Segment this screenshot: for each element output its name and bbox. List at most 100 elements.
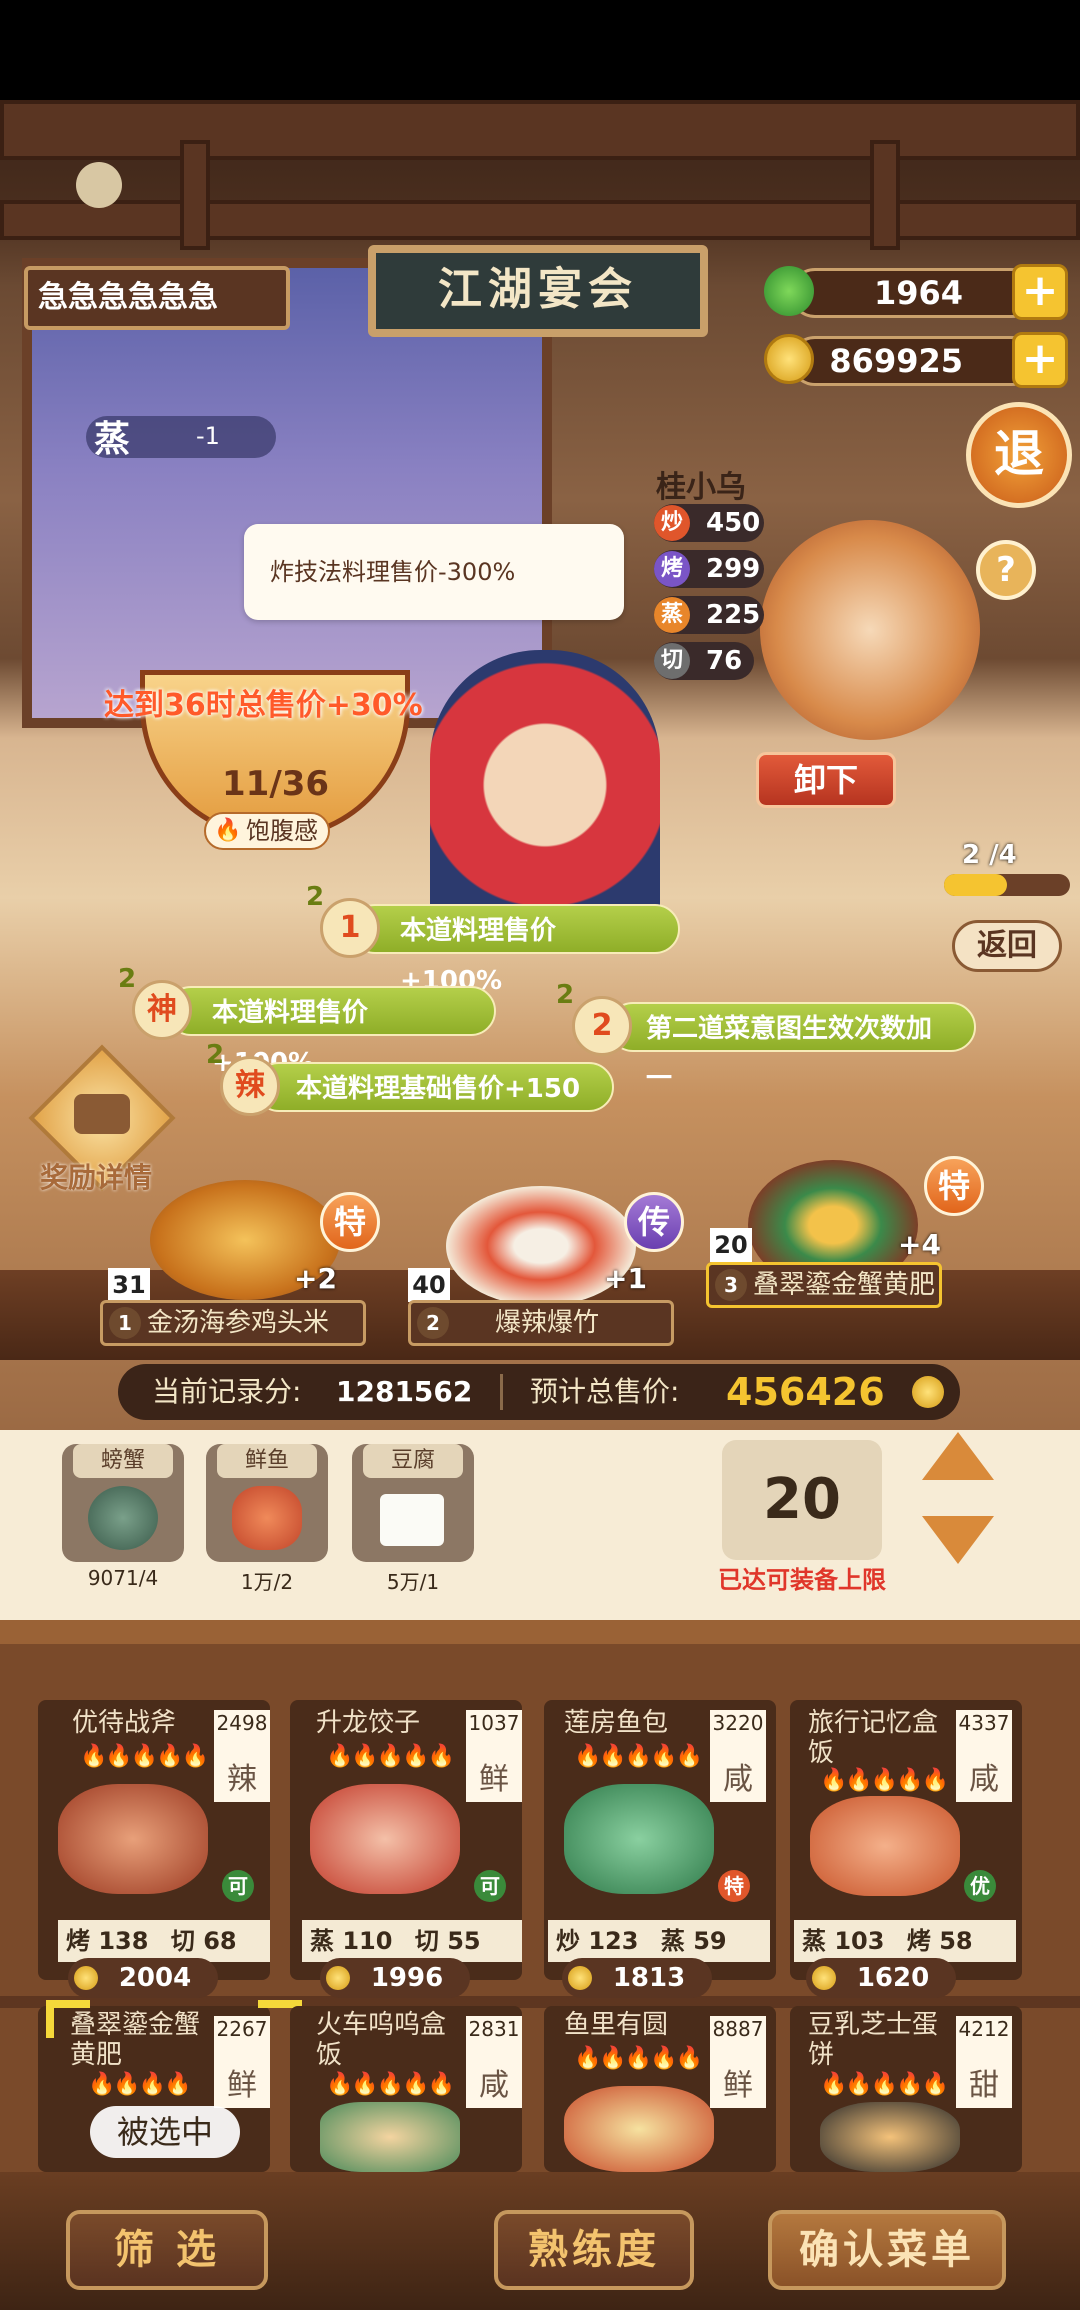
recipe-card-1-price-value: 2004 (118, 1963, 192, 1993)
recipe-card-1-stars: 🔥🔥🔥🔥🔥 (80, 1744, 209, 1769)
coin-icon (74, 1966, 98, 1990)
filter-button[interactable]: 筛 选 (66, 2210, 268, 2290)
recipe-card-1-stats: 烤 138 切 68 (58, 1920, 270, 1962)
stat-steam-value: 225 (706, 600, 761, 630)
back-button[interactable]: 返回 (952, 920, 1062, 972)
stat-stir-fry-icon: 炒 (654, 505, 690, 541)
chef-stat-roast: 烤 299 (654, 550, 764, 588)
recipe-card-3-stats: 炒 123 蒸 59 (548, 1920, 770, 1962)
score-bar: 当前记录分: 1281562 预计总售价: 456426 (118, 1364, 960, 1420)
recipe-card-4-taste: 咸 (956, 1758, 1012, 1802)
help-button[interactable]: ? (976, 540, 1036, 600)
dish-2-bonus: +1 (604, 1262, 647, 1295)
dish-1-index: 1 (109, 1307, 141, 1339)
unload-chef-button[interactable]: 卸下 (756, 752, 896, 808)
recipe-card-3-image (564, 1784, 714, 1894)
event-sign: 江湖宴会 (368, 245, 708, 337)
recipe-card-6-taste: 咸 (466, 2064, 522, 2108)
recipe-card-3-price-value: 1813 (612, 1963, 686, 1993)
estimated-price-value: 456426 (726, 1370, 885, 1414)
ingredient-crab[interactable]: 螃蟹 (62, 1444, 184, 1562)
coin-icon (326, 1966, 350, 1990)
add-coins-button[interactable]: + (1012, 332, 1068, 388)
recipe-card-1-name: 优待战斧 (72, 1708, 177, 1738)
flame-icon: 🔥 (214, 818, 241, 843)
satiety-label-text: 饱腹感 (246, 817, 318, 845)
dish-3-bonus: +4 (898, 1228, 941, 1261)
recipe-card-4-stat1-val: 103 (834, 1927, 885, 1955)
quantity-up-button[interactable] (922, 1432, 994, 1480)
recipe-card-1-badge: 可 (222, 1870, 254, 1902)
recipe-card-4[interactable]: 旅行记忆盒饭 4337 咸 🔥🔥🔥🔥🔥 优 蒸 103 烤 58 (790, 1700, 1022, 1980)
recipe-card-4-stat2-key: 烤 (906, 1927, 931, 1955)
stat-cut-icon: 切 (654, 643, 690, 679)
tofu-icon (380, 1494, 444, 1546)
recipe-card-6-stars: 🔥🔥🔥🔥🔥 (326, 2072, 455, 2097)
proficiency-button[interactable]: 熟练度 (494, 2210, 694, 2290)
ingredient-fish[interactable]: 鲜鱼 (206, 1444, 328, 1562)
recipe-card-3-stat2-val: 59 (693, 1927, 727, 1955)
dish-3-label[interactable]: 3 叠翠鎏金蟹黄肥 (706, 1262, 942, 1308)
recipe-card-2[interactable]: 升龙饺子 1037 鲜 🔥🔥🔥🔥🔥 可 蒸 110 切 55 (290, 1700, 522, 1980)
dish-2-label[interactable]: 2 爆辣爆竹 (408, 1300, 674, 1346)
recipe-card-3-stars: 🔥🔥🔥🔥🔥 (574, 1744, 703, 1769)
recipe-card-3[interactable]: 莲房鱼包 3220 咸 🔥🔥🔥🔥🔥 特 炒 123 蒸 59 (544, 1700, 776, 1980)
recipe-card-5-name: 叠翠鎏金蟹黄肥 (70, 2010, 201, 2070)
coin-icon (764, 334, 814, 384)
record-score-value: 1281562 (336, 1375, 473, 1408)
recipe-card-3-taste: 咸 (710, 1758, 766, 1802)
steam-modifier-label: 蒸 (94, 419, 131, 460)
recipe-card-4-stats: 蒸 103 烤 58 (794, 1920, 1016, 1962)
dish-1-tier: 特 (320, 1192, 380, 1252)
chef-stat-cut: 切 76 (654, 642, 754, 680)
record-score-label: 当前记录分: (152, 1375, 302, 1408)
recipe-card-8-name: 豆乳芝士蛋饼 (808, 2010, 939, 2070)
recipe-card-3-stat1-key: 炒 (556, 1927, 580, 1955)
recipe-card-1-stat2-key: 切 (170, 1927, 195, 1955)
bonus-tag-god-count: 2 (118, 964, 137, 994)
bonus-tag-spicy-badge: 辣 (220, 1056, 280, 1116)
recipe-card-1[interactable]: 优待战斧 2498 辣 🔥🔥🔥🔥🔥 可 烤 138 切 68 (38, 1700, 270, 1980)
coin-icon (568, 1966, 592, 1990)
recipe-card-4-badge: 优 (964, 1870, 996, 1902)
dish-2-index: 2 (417, 1307, 449, 1339)
bonus-tag-1: 本道料理售价+100% (350, 904, 680, 996)
quantity-display: 20 (722, 1440, 882, 1560)
recipe-card-7[interactable]: 鱼里有圆 8887 鲜 🔥🔥🔥🔥🔥 (544, 2006, 776, 2172)
bonus-tag-god-badge: 神 (132, 980, 192, 1040)
recipe-card-1-stat2-val: 68 (203, 1927, 237, 1955)
bonus-tag-2-badge: 2 (572, 996, 632, 1056)
stat-roast-value: 299 (706, 554, 761, 584)
recipe-card-8[interactable]: 豆乳芝士蛋饼 4212 甜 🔥🔥🔥🔥🔥 (790, 2006, 1022, 2172)
recipe-card-1-price: 2004 (68, 1958, 218, 1998)
chef-stat-stir-fry: 炒 450 (654, 504, 764, 542)
recipe-card-8-taste: 甜 (956, 2064, 1012, 2108)
recipe-card-3-name: 莲房鱼包 (564, 1708, 669, 1738)
recipe-card-6[interactable]: 火车呜呜盒饭 2831 咸 🔥🔥🔥🔥🔥 (290, 2006, 522, 2172)
confirm-menu-button[interactable]: 确认菜单 (768, 2210, 1006, 2290)
selection-corner (46, 2000, 90, 2038)
bonus-tag-spicy-count: 2 (206, 1040, 225, 1070)
quantity-down-button[interactable] (922, 1516, 994, 1564)
ingredient-tofu[interactable]: 豆腐 (352, 1444, 474, 1562)
recipe-card-2-image (310, 1784, 460, 1894)
bonus-tag-2: 第二道菜意图生效次数加一 (608, 1002, 976, 1094)
recipe-card-1-stat1-key: 烤 (66, 1927, 90, 1955)
page-progress-fill (944, 874, 1007, 896)
add-jade-button[interactable]: + (1012, 264, 1068, 320)
exit-button[interactable]: 退 (966, 402, 1072, 508)
player-name-bar: 急急急急急急 (24, 266, 290, 330)
recipe-card-3-stat1-val: 123 (588, 1927, 639, 1955)
recipe-card-2-stars: 🔥🔥🔥🔥🔥 (326, 1744, 455, 1769)
chef-name: 桂小乌 (656, 470, 746, 505)
recipe-card-4-image (810, 1796, 960, 1896)
recipe-card-4-name: 旅行记忆盒饭 (808, 1708, 939, 1768)
recipe-card-4-stars: 🔥🔥🔥🔥🔥 (820, 1768, 949, 1793)
recipe-card-4-stat1-key: 蒸 (802, 1927, 826, 1955)
ingredient-tofu-count: 5万/1 (386, 1570, 440, 1594)
dish-1-count: 31 (108, 1268, 150, 1302)
satiety-progress: 11/36 (222, 764, 330, 804)
satiety-label: 🔥 饱腹感 (204, 812, 330, 850)
dish-1-label[interactable]: 1 金汤海参鸡头米 (100, 1300, 366, 1346)
recipe-card-2-name: 升龙饺子 (316, 1708, 421, 1738)
